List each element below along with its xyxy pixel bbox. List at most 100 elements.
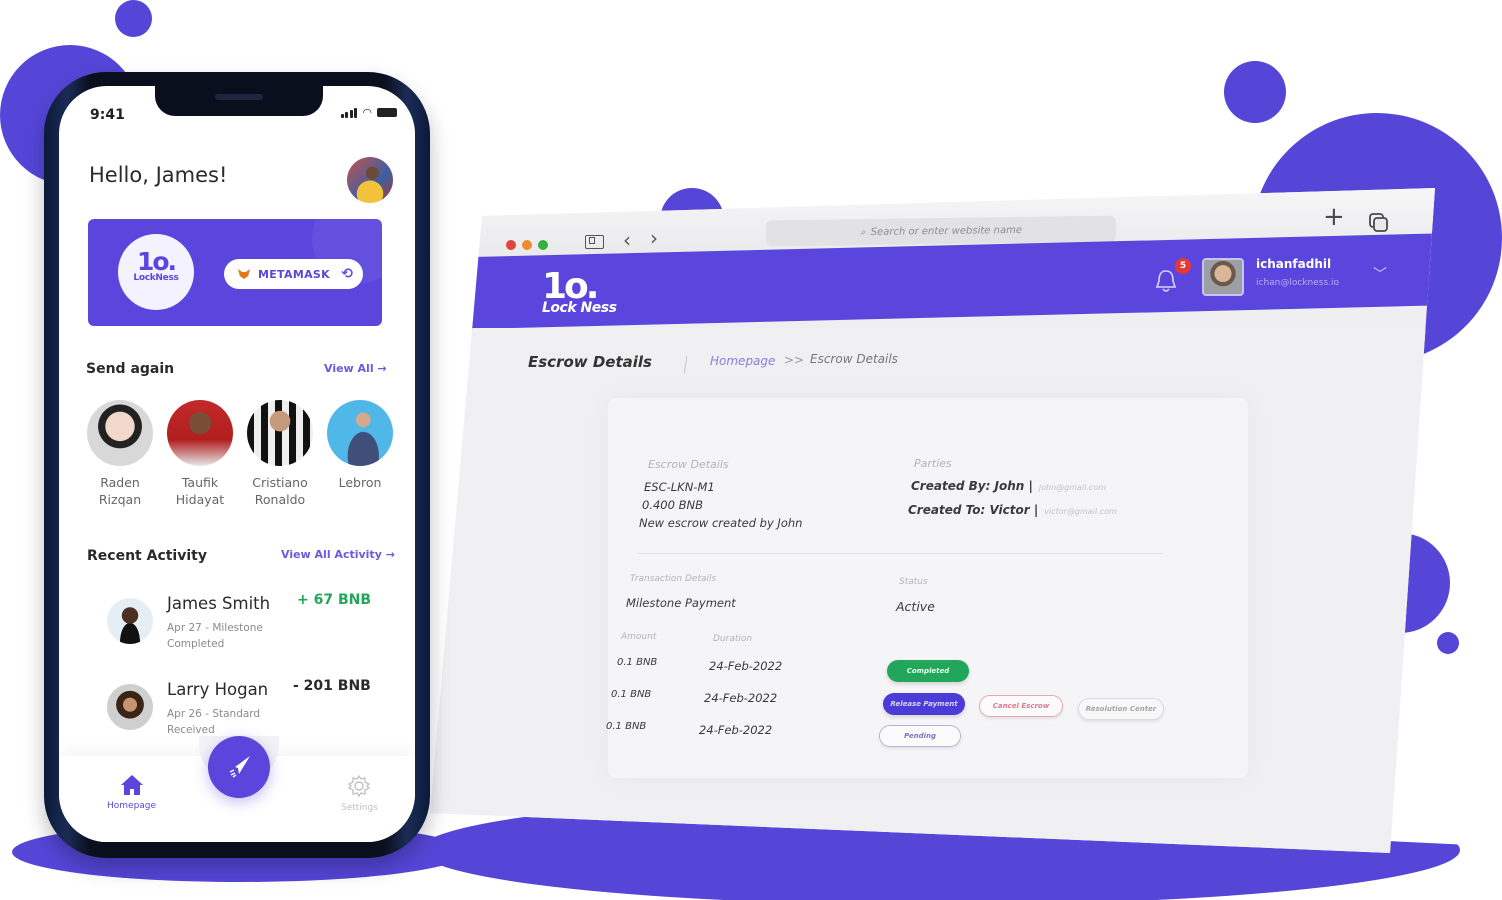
escrow-amount: 0.400 BNB bbox=[642, 498, 703, 512]
forward-arrow-icon[interactable]: › bbox=[650, 226, 658, 250]
send-again-view-all-link[interactable]: View All → bbox=[324, 362, 387, 375]
contact-item[interactable]: Cristiano Ronaldo bbox=[245, 400, 315, 508]
contact-last-name: Ronaldo bbox=[254, 492, 306, 507]
view-all-activity-link[interactable]: View All Activity → bbox=[281, 548, 395, 561]
notification-bell-icon[interactable] bbox=[1154, 268, 1178, 294]
milestone-duration: 24-Feb-2022 bbox=[704, 691, 778, 705]
contact-last-name: Rizqan bbox=[98, 492, 142, 507]
phone-device: 9:41 ◠ Hello, James! 1o. LockNess METAMA… bbox=[44, 72, 430, 858]
contact-last-name: Hidayat bbox=[175, 492, 225, 507]
maximize-window-button[interactable] bbox=[538, 240, 548, 250]
contact-item[interactable]: Lebron bbox=[325, 400, 395, 508]
contact-first-name: Raden bbox=[100, 475, 140, 490]
user-name: ichanfadhil bbox=[1256, 257, 1332, 271]
gear-icon bbox=[348, 774, 371, 798]
logo-mark: 1o. bbox=[136, 247, 177, 276]
transaction-section-label: Transaction Details bbox=[630, 574, 717, 584]
created-by: Created By: John | john@gmail.com bbox=[911, 479, 1106, 493]
paper-plane-icon bbox=[229, 756, 250, 778]
section-divider bbox=[638, 553, 1163, 554]
phone-notch bbox=[155, 86, 323, 116]
activity-date-type: Apr 27 - Milestone bbox=[167, 622, 263, 634]
sidebar-toggle-icon[interactable] bbox=[585, 235, 604, 249]
contact-item[interactable]: Raden Rizqan bbox=[85, 400, 155, 508]
minimize-window-button[interactable] bbox=[522, 240, 532, 250]
logo-wordmark: Lock Ness bbox=[542, 300, 617, 316]
status-value: Active bbox=[896, 599, 935, 614]
user-avatar[interactable] bbox=[1202, 258, 1244, 296]
escrow-section-label: Escrow Details bbox=[648, 458, 729, 471]
new-tab-plus-icon[interactable]: + bbox=[1323, 202, 1345, 232]
contact-avatar bbox=[167, 400, 233, 466]
breadcrumb-home-link[interactable]: Homepage bbox=[710, 354, 775, 368]
tab-settings[interactable]: Settings bbox=[341, 774, 378, 813]
resolution-center-button[interactable]: Resolution Center bbox=[1078, 698, 1164, 720]
logo-mark: 1o. bbox=[542, 266, 599, 307]
created-by-email: john@gmail.com bbox=[1038, 483, 1107, 492]
decor-circle bbox=[1224, 61, 1286, 123]
contact-avatar bbox=[87, 400, 153, 466]
wallet-card: 1o. LockNess METAMASK ⟲ bbox=[88, 219, 382, 326]
decor-circle bbox=[115, 0, 152, 37]
greeting-text: Hello, James! bbox=[89, 163, 228, 187]
escrow-description: New escrow created by John bbox=[639, 516, 803, 530]
url-placeholder: Search or enter website name bbox=[870, 224, 1023, 238]
amount-column-header: Amount bbox=[621, 632, 657, 642]
cancel-escrow-button[interactable]: Cancel Escrow bbox=[979, 695, 1063, 717]
contact-first-name: Taufik bbox=[181, 475, 219, 490]
contact-first-name: Lebron bbox=[338, 475, 382, 490]
lockness-logo: 1o. LockNess bbox=[118, 234, 194, 310]
breadcrumb-current: Escrow Details bbox=[810, 352, 898, 366]
wifi-icon: ◠ bbox=[362, 106, 372, 119]
activity-amount: + 67 BNB bbox=[297, 592, 372, 608]
window-controls bbox=[506, 240, 548, 250]
lockness-logo[interactable]: 1o. Lock Ness bbox=[542, 266, 617, 317]
activity-detail: Apr 27 - Milestone Completed bbox=[167, 620, 277, 652]
back-arrow-icon[interactable]: ‹ bbox=[623, 228, 631, 252]
tab-homepage[interactable]: Homepage bbox=[107, 774, 156, 811]
created-to-email: victor@gmail.com bbox=[1044, 507, 1117, 516]
contact-first-name: Cristiano bbox=[252, 475, 308, 490]
activity-name: James Smith bbox=[167, 594, 271, 613]
send-fab-button[interactable] bbox=[208, 736, 270, 798]
activity-name: Larry Hogan bbox=[167, 680, 269, 699]
home-icon bbox=[120, 775, 143, 795]
escrow-id: ESC-LKN-M1 bbox=[644, 480, 715, 494]
transaction-type: Milestone Payment bbox=[626, 596, 736, 610]
pending-status-pill: Pending bbox=[879, 725, 961, 747]
status-label: Status bbox=[899, 577, 928, 587]
decor-circle bbox=[1437, 632, 1459, 654]
activity-avatar bbox=[107, 684, 153, 730]
tab-label: Settings bbox=[341, 803, 378, 813]
created-to-name: Created To: Victor | bbox=[908, 503, 1039, 517]
tab-label: Homepage bbox=[107, 801, 157, 811]
milestone-duration: 24-Feb-2022 bbox=[709, 659, 783, 673]
metamask-wallet-button[interactable]: METAMASK ⟲ bbox=[224, 259, 363, 289]
bottom-tab-bar: Homepage Settings bbox=[59, 736, 415, 842]
contact-avatar bbox=[327, 400, 393, 466]
metamask-fox-icon bbox=[238, 269, 250, 279]
milestone-amount: 0.1 BNB bbox=[611, 689, 652, 700]
activity-date-type: Apr 26 - Standard bbox=[167, 708, 261, 720]
chevron-down-icon[interactable]: ﹀ bbox=[1373, 264, 1387, 284]
milestone-duration: 24-Feb-2022 bbox=[699, 723, 773, 737]
close-window-button[interactable] bbox=[506, 240, 516, 250]
release-payment-button[interactable]: Release Payment bbox=[883, 693, 965, 715]
activity-amount: - 201 BNB bbox=[293, 678, 371, 694]
status-icons: ◠ bbox=[340, 106, 397, 119]
contact-item[interactable]: Taufik Hidayat bbox=[165, 400, 235, 508]
breadcrumb-separator: >> bbox=[784, 353, 805, 367]
user-email: ichan@lockness.io bbox=[1256, 278, 1340, 288]
parties-section-label: Parties bbox=[914, 457, 952, 470]
created-by-name: Created By: John | bbox=[911, 479, 1033, 493]
search-icon: ⌕ bbox=[859, 226, 866, 238]
escrow-details-card: Escrow Details ESC-LKN-M1 0.400 BNB New … bbox=[606, 398, 1248, 778]
activity-detail: Apr 26 - Standard Received bbox=[167, 706, 277, 738]
profile-avatar[interactable] bbox=[347, 157, 393, 203]
refresh-icon[interactable]: ⟲ bbox=[341, 266, 353, 282]
wallet-provider-label: METAMASK bbox=[258, 267, 330, 281]
battery-icon bbox=[377, 108, 397, 117]
send-again-title: Send again bbox=[86, 361, 175, 377]
browser-window: ‹ › ⌕ Search or enter website name + 1o.… bbox=[430, 188, 1435, 853]
recent-activity-title: Recent Activity bbox=[87, 548, 207, 564]
